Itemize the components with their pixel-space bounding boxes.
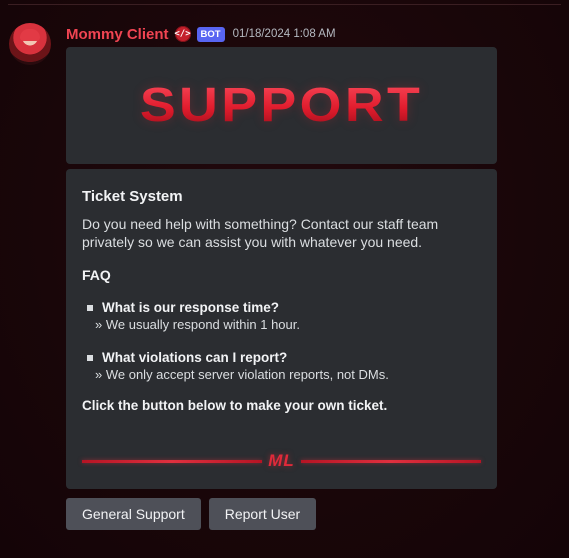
- faq-answer: » We usually respond within 1 hour.: [95, 317, 300, 332]
- action-buttons: General Support Report User: [66, 498, 317, 530]
- banner-title: SUPPORT: [139, 79, 424, 132]
- faq-question: What violations can I report?: [102, 350, 288, 365]
- avatar[interactable]: [9, 23, 51, 65]
- divider-line-left: [82, 459, 263, 463]
- embed-footer-divider: ML: [82, 451, 482, 471]
- faq-heading: FAQ: [82, 267, 111, 283]
- faq-item: What violations can I report? » We only …: [82, 350, 481, 382]
- developer-badge-icon: </>: [174, 26, 191, 42]
- faq-item: What is our response time? » We usually …: [82, 300, 481, 332]
- ticket-embed: Ticket System Do you need help with some…: [66, 169, 497, 489]
- square-bullet-icon: [87, 354, 93, 361]
- banner-embed: SUPPORT: [66, 47, 497, 164]
- faq-answer: » We only accept server violation report…: [95, 367, 389, 382]
- report-user-button[interactable]: Report User: [208, 498, 317, 530]
- chat-view: Mommy Client </> BOT 01/18/2024 1:08 AM …: [0, 0, 569, 558]
- faq-question: What is our response time?: [102, 300, 280, 315]
- username[interactable]: Mommy Client: [66, 26, 169, 43]
- faq-list: What is our response time? » We usually …: [82, 300, 481, 382]
- message-header: Mommy Client </> BOT 01/18/2024 1:08 AM: [66, 23, 336, 45]
- timestamp: 01/18/2024 1:08 AM: [232, 28, 336, 40]
- call-to-action: Click the button below to make your own …: [82, 398, 388, 413]
- bot-badge: BOT: [196, 26, 225, 42]
- divider-line-right: [300, 459, 482, 463]
- square-bullet-icon: [87, 304, 93, 311]
- ml-logo: ML: [268, 451, 295, 470]
- general-support-button[interactable]: General Support: [66, 498, 201, 530]
- message-divider: [8, 4, 561, 5]
- embed-description: Do you need help with something? Contact…: [82, 216, 439, 250]
- embed-title: Ticket System: [82, 188, 183, 205]
